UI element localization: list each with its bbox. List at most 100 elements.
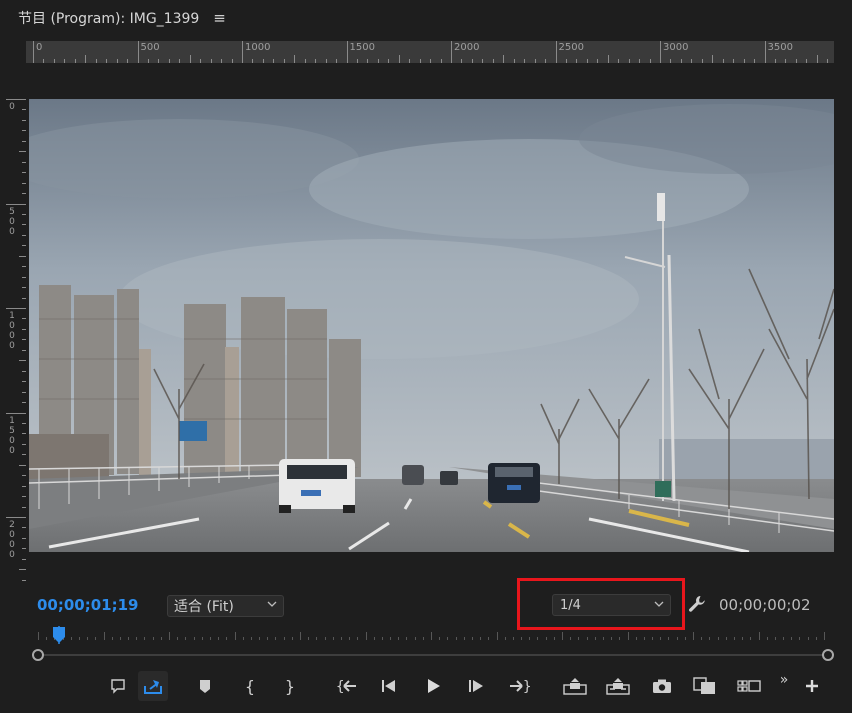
ruler-tick [398,55,400,63]
ruler-tick [43,59,45,63]
scrubber-tick [791,637,793,640]
ruler-tick [555,41,557,63]
step-back-icon [382,680,395,692]
button-editor-add-button[interactable] [798,672,826,700]
ruler-tick [774,59,776,63]
scrubber-tick [537,637,539,640]
scrubber-tick [259,637,261,640]
ruler-tick [22,266,26,268]
go-to-out-button[interactable]: } [506,672,534,700]
go-to-in-button[interactable]: { [333,672,361,700]
zoom-track[interactable] [38,654,824,656]
ruler-tick [534,59,536,63]
ruler-tick [106,59,108,63]
scrubber-tick [218,637,220,640]
scrubber-tick [684,637,686,640]
panel-title[interactable]: 节目 (Program): IMG_1399 [18,8,199,28]
ruler-tick [388,59,390,63]
scrubber-tick [234,632,236,640]
lift-button[interactable] [561,672,589,700]
more-controls-button[interactable]: » [774,666,794,694]
ruler-tick [85,55,87,63]
ruler-tick [6,203,26,205]
zoom-level-select[interactable]: 适合 (Fit) [167,595,284,617]
ruler-tick [19,464,26,466]
scrubber-tick [643,637,645,640]
ruler-tick [283,59,285,63]
scrubber-tick [316,637,318,640]
ruler-tick [22,161,26,163]
ruler-tick [64,59,66,63]
ruler-tick [22,109,26,111]
scrubber-tick [185,637,187,640]
add-marker-icon [200,680,210,693]
zoom-handle-right[interactable] [822,649,834,661]
export-frame-camera-button[interactable] [648,672,676,700]
ruler-tick [22,506,26,508]
timeline-zoom-bar[interactable] [30,648,834,662]
zoom-level-value: 适合 (Fit) [174,599,234,615]
ruler-tick [315,59,317,63]
scrubber-tick [373,637,375,640]
playback-resolution-value: 1/4 [560,597,581,613]
ruler-tick [806,59,808,63]
time-ruler-scrubber[interactable] [30,622,830,644]
scrubber-tick [78,637,80,640]
ruler-label: 1000 [9,311,15,351]
program-monitor-video[interactable] [29,99,834,552]
ruler-tick [649,59,651,63]
go-to-out-icon: } [510,679,531,694]
multi-camera-button[interactable] [735,672,763,700]
ruler-tick [33,41,34,63]
ruler-tick [22,297,26,299]
playback-resolution-select[interactable]: 1/4 [552,594,671,616]
scrubber-tick [668,637,670,640]
scrubber-tick [545,637,547,640]
ruler-tick [221,59,223,63]
ruler-tick [22,119,26,121]
ruler-tick [346,41,348,63]
scrubber-tick [414,637,416,640]
scrubber-tick [766,637,768,640]
playhead-handle[interactable] [52,626,66,644]
scrubber-tick [291,637,293,640]
comment-button[interactable] [104,672,132,700]
comment-icon [111,679,125,694]
video-frame-image [29,99,834,552]
hamburger-icon[interactable]: ≡ [213,9,226,27]
ruler-tick [22,496,26,498]
zoom-handle-left[interactable] [32,649,44,661]
horizontal-ruler: 0 500 1000 1500 2000 2500 3000 3500 [26,41,834,63]
mark-in-button[interactable]: { [236,672,264,700]
ruler-label: 500 [140,42,160,53]
ruler-tick [273,59,275,63]
scrubber-tick [586,637,588,640]
add-marker-button[interactable] [191,672,219,700]
ruler-label: 1000 [245,42,271,53]
scrubber-tick [349,637,351,640]
wrench-icon[interactable] [686,593,708,615]
comparison-view-button[interactable] [691,672,719,700]
mark-out-button[interactable]: } [276,672,304,700]
scrubber-tick [275,637,277,640]
more-icon: » [779,672,789,688]
ruler-tick [691,59,693,63]
export-frame-button[interactable] [138,671,168,701]
scrubber-tick [512,637,514,640]
scrubber-tick [471,637,473,640]
scrubber-tick [799,637,801,640]
step-back-button[interactable] [376,672,404,700]
scrubber-tick [70,637,72,640]
export-frame-icon [144,680,162,694]
extract-button[interactable] [604,672,632,700]
scrubber-tick [422,637,424,640]
ruler-tick [22,234,26,236]
play-button[interactable] [419,672,447,700]
ruler-tick [733,59,735,63]
scrubber-tick [144,637,146,640]
step-forward-button[interactable] [463,672,491,700]
ruler-tick [22,339,26,341]
comparison-view-icon [693,677,715,694]
current-timecode[interactable]: 00;00;01;19 [37,596,139,614]
scrubber-tick [128,637,130,640]
